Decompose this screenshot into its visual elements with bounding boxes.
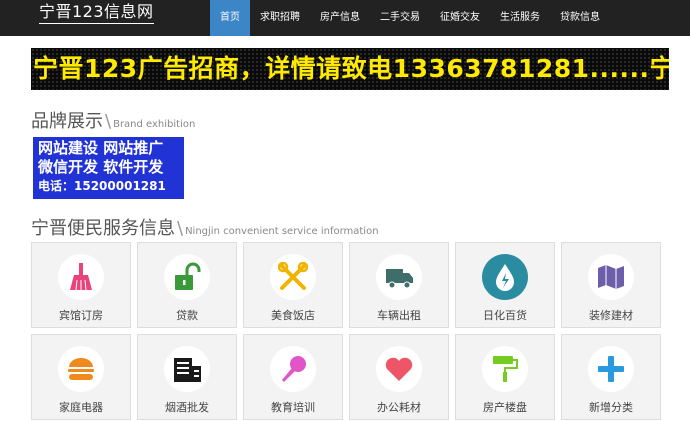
service-card-loan[interactable]: 贷款: [137, 242, 237, 328]
nav-item-home[interactable]: 首页: [210, 0, 250, 36]
paint-roller-icon: [493, 356, 518, 382]
brand-ad-line1: 网站建设 网站推广: [38, 139, 164, 157]
icon-circle: [164, 254, 210, 300]
service-section-separator: \: [177, 218, 184, 239]
service-label: 美食饭店: [271, 309, 315, 322]
service-label: 房产楼盘: [483, 401, 527, 414]
service-card-education[interactable]: 教育培训: [243, 334, 343, 420]
service-card-decoration[interactable]: 装修建材: [561, 242, 661, 328]
tools-icon: [278, 262, 308, 290]
main-nav: 首页 求职招聘 房产信息 二手交易 征婚交友 生活服务 贷款信息: [210, 0, 610, 36]
brand-ad-line2: 微信开发 软件开发: [38, 158, 164, 176]
service-card-hotel[interactable]: 宾馆订房: [31, 242, 131, 328]
icon-circle: [376, 346, 422, 392]
nav-item-life-service[interactable]: 生活服务: [490, 0, 550, 36]
service-label: 宾馆订房: [59, 309, 103, 322]
nav-item-dating[interactable]: 征婚交友: [430, 0, 490, 36]
icon-circle: [270, 254, 316, 300]
nav-item-real-estate[interactable]: 房产信息: [310, 0, 370, 36]
icon-circle: [164, 346, 210, 392]
unlock-icon: [175, 262, 201, 290]
icon-circle: [482, 254, 528, 300]
nav-item-loans[interactable]: 贷款信息: [550, 0, 610, 36]
service-label: 家庭电器: [59, 401, 103, 414]
service-label: 贷款: [176, 309, 198, 322]
icon-circle: [376, 254, 422, 300]
nav-item-second-hand[interactable]: 二手交易: [370, 0, 430, 36]
icon-circle: [270, 346, 316, 392]
brand-section-title: 品牌展示: [31, 111, 103, 132]
icon-circle: [58, 346, 104, 392]
service-section-title: 宁晋便民服务信息: [31, 218, 175, 239]
service-card-car-rental[interactable]: 车辆出租: [349, 242, 449, 328]
icon-circle: [58, 254, 104, 300]
nav-item-jobs[interactable]: 求职招聘: [250, 0, 310, 36]
icon-circle: [588, 346, 634, 392]
service-card-new-category[interactable]: 新增分类: [561, 334, 661, 420]
service-label: 新增分类: [589, 401, 633, 414]
water-drop-icon: [496, 264, 514, 291]
brand-section-header: 品牌展示 \ Brand exhibition: [31, 107, 195, 133]
brand-section-separator: \: [105, 111, 112, 132]
service-label: 教育培训: [271, 401, 315, 414]
service-card-office-supplies[interactable]: 办公耗材: [349, 334, 449, 420]
service-card-food[interactable]: 美食饭店: [243, 242, 343, 328]
service-label: 装修建材: [589, 309, 633, 322]
brand-ad-card[interactable]: 网站建设 网站推广 微信开发 软件开发 电话：15200001281: [33, 137, 184, 199]
service-section-header: 宁晋便民服务信息 \ Ningjin convenient service info…: [31, 214, 379, 240]
burger-icon: [68, 358, 94, 380]
brand-section-subtitle: Brand exhibition: [113, 119, 196, 130]
top-navbar: 宁晋123信息网 首页 求职招聘 房产信息 二手交易 征婚交友 生活服务 贷款信…: [0, 0, 690, 36]
ad-banner[interactable]: 宁晋123广告招商，详情请致电13363781281......宁晋123: [31, 48, 669, 90]
service-card-daily-goods[interactable]: 日化百货: [455, 242, 555, 328]
service-section-subtitle: Ningjin convenient service information: [185, 226, 379, 237]
service-label: 车辆出租: [377, 309, 421, 322]
microphone-icon: [282, 356, 306, 382]
plus-icon: [598, 356, 624, 382]
service-label: 烟酒批发: [165, 401, 209, 414]
building-icon: [174, 358, 201, 382]
map-icon: [598, 265, 624, 289]
icon-circle: [482, 346, 528, 392]
broom-icon: [70, 263, 92, 291]
service-card-tobacco-wine[interactable]: 烟酒批发: [137, 334, 237, 420]
icon-circle: [588, 254, 634, 300]
ad-banner-text: 宁晋123广告招商，详情请致电13363781281......宁晋123: [33, 54, 669, 83]
heart-icon: [385, 357, 413, 381]
brand-ad-phone: 电话：15200001281: [38, 179, 166, 193]
service-card-property[interactable]: 房产楼盘: [455, 334, 555, 420]
service-label: 日化百货: [483, 309, 527, 322]
truck-icon: [386, 269, 413, 289]
service-label: 办公耗材: [377, 401, 421, 414]
site-logo[interactable]: 宁晋123信息网: [39, 2, 154, 24]
service-card-appliances[interactable]: 家庭电器: [31, 334, 131, 420]
